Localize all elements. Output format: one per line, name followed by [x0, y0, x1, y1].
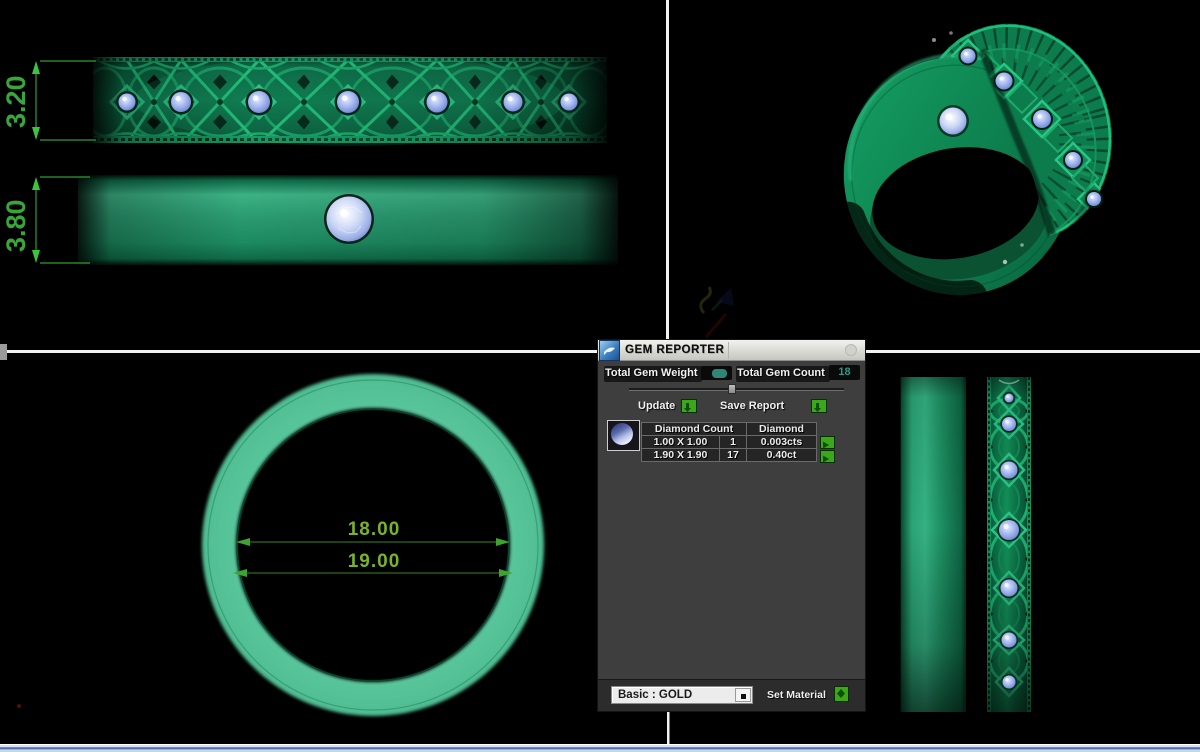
- svg-text:18.00: 18.00: [348, 519, 401, 540]
- svg-text:3.20: 3.20: [1, 75, 31, 128]
- svg-text:3.80: 3.80: [1, 199, 31, 252]
- svg-text:19.00: 19.00: [348, 551, 401, 572]
